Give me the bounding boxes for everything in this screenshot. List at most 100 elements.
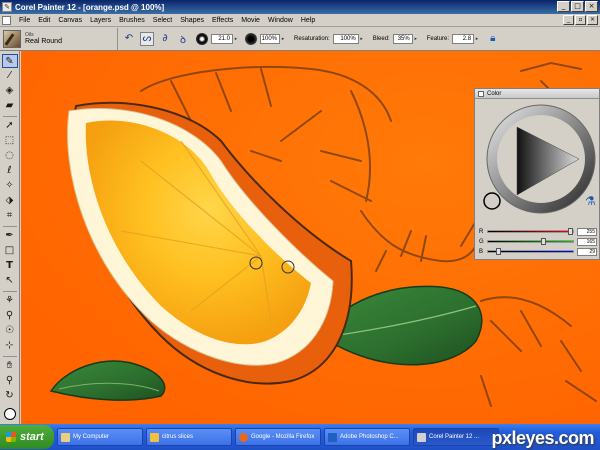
dodge-tool-icon[interactable]: ☉ xyxy=(2,324,18,338)
taskbar-item-my-computer[interactable]: My Computer xyxy=(57,428,143,446)
current-color-swatch[interactable] xyxy=(3,408,16,420)
task-label: Google - Mozilla Firefox xyxy=(251,434,315,440)
blue-label: B xyxy=(479,248,484,255)
color-panel-title: Color xyxy=(487,90,502,97)
red-label: R xyxy=(479,228,484,235)
rectangular-selection-tool-icon[interactable]: ⬚ xyxy=(2,134,18,148)
oval-selection-tool-icon[interactable]: ◌ xyxy=(2,149,18,163)
red-slider[interactable]: R 255 xyxy=(479,227,597,236)
bleed-spinner-icon[interactable]: ▸ xyxy=(413,34,419,44)
lock-icon[interactable]: 🔒︎ xyxy=(490,33,495,44)
taskbar-item-firefox[interactable]: Google - Mozilla Firefox xyxy=(235,428,321,446)
resaturation-label: Resaturation: xyxy=(294,35,330,42)
title-bar: ✎ Corel Painter 12 - [orange.psd @ 100%]… xyxy=(0,0,600,14)
menu-select[interactable]: Select xyxy=(149,17,176,24)
magnifier-tool-icon[interactable]: ⚲ xyxy=(2,374,18,388)
menu-window[interactable]: Window xyxy=(264,17,297,24)
color-picker-ring xyxy=(483,192,501,210)
minimize-button[interactable]: _ xyxy=(557,1,570,12)
transform-tool-icon[interactable]: ⬗ xyxy=(2,194,18,208)
taskbar-item-photoshop[interactable]: Adobe Photoshop C... xyxy=(324,428,410,446)
magic-wand-tool-icon[interactable]: ✧ xyxy=(2,179,18,193)
menu-file[interactable]: File xyxy=(15,17,34,24)
color-wheel[interactable]: ⚗ xyxy=(479,103,597,219)
resaturation-field[interactable]: 100% xyxy=(332,33,359,44)
firefox-icon xyxy=(239,432,248,442)
doc-close-button[interactable]: × xyxy=(587,15,598,25)
doc-minimize-button[interactable]: _ xyxy=(563,15,574,25)
start-button[interactable]: start xyxy=(0,425,54,449)
brush-selector[interactable]: Oils Real Round xyxy=(0,27,118,50)
color-panel-header[interactable]: Color xyxy=(475,89,599,99)
menu-movie[interactable]: Movie xyxy=(237,17,264,24)
brush-variant: Real Round xyxy=(25,38,62,45)
task-label: Corel Painter 12 ... xyxy=(429,434,480,440)
opacity-field[interactable]: 100% xyxy=(260,33,280,44)
window-controls: _ □ × xyxy=(557,1,598,12)
cloner-tool-icon[interactable]: ⚘ xyxy=(2,294,18,308)
menu-effects[interactable]: Effects xyxy=(208,17,237,24)
photoshop-icon xyxy=(328,432,337,442)
window-title: Corel Painter 12 - [orange.psd @ 100%] xyxy=(15,2,165,12)
panel-collapse-icon[interactable] xyxy=(478,90,484,97)
resaturation-spinner-icon[interactable]: ▸ xyxy=(359,34,365,44)
document-icon[interactable] xyxy=(2,15,11,25)
freehand-stroke-icon[interactable]: ᔕ xyxy=(140,31,154,46)
layer-adjuster-tool-icon[interactable]: ➚ xyxy=(2,119,18,133)
menu-canvas[interactable]: Canvas xyxy=(54,17,86,24)
bleed-field[interactable]: 35% xyxy=(392,33,413,44)
start-label: start xyxy=(20,431,44,443)
size-spinner-icon[interactable]: ▸ xyxy=(233,34,239,44)
red-value[interactable]: 255 xyxy=(577,227,597,236)
straight-line-stroke-icon[interactable]: ∂ xyxy=(158,32,172,46)
text-tool-icon[interactable]: T xyxy=(2,259,18,273)
taskbar-item-corel-painter[interactable]: Corel Painter 12 ... xyxy=(413,428,499,446)
task-label: Adobe Photoshop C... xyxy=(340,434,399,440)
brush-tool-icon[interactable]: ✎ xyxy=(1,54,18,68)
menu-layers[interactable]: Layers xyxy=(86,17,115,24)
menu-brushes[interactable]: Brushes xyxy=(115,17,149,24)
menu-help[interactable]: Help xyxy=(297,17,319,24)
reset-tool-icon[interactable]: ↶ xyxy=(122,32,136,46)
computer-icon xyxy=(61,432,70,442)
lasso-tool-icon[interactable]: ℓ xyxy=(2,164,18,178)
blue-slider[interactable]: B 29 xyxy=(479,247,597,256)
folder-icon xyxy=(150,432,159,442)
feature-field[interactable]: 2.8 xyxy=(452,33,475,44)
menu-edit[interactable]: Edit xyxy=(34,17,54,24)
property-bar: Oils Real Round ↶ ᔕ ∂ ꝺ 21.0 ▸ 100% ▸ Re… xyxy=(0,27,600,51)
task-label: citrus slices xyxy=(162,434,194,440)
painter-app-icon[interactable]: ✎ xyxy=(2,2,12,12)
close-button[interactable]: × xyxy=(585,1,598,12)
eraser-tool-icon[interactable]: ▰ xyxy=(2,99,18,113)
feature-spinner-icon[interactable]: ▸ xyxy=(474,34,480,44)
menu-shapes[interactable]: Shapes xyxy=(176,17,208,24)
opacity-spinner-icon[interactable]: ▸ xyxy=(280,34,286,44)
rectangle-shape-tool-icon[interactable]: □ xyxy=(2,244,18,258)
color-dropper-icon[interactable]: ⚗ xyxy=(585,194,596,208)
bleed-label: Bleed: xyxy=(372,35,390,42)
windows-flag-icon xyxy=(6,432,16,442)
crop-tool-icon[interactable]: ⌗ xyxy=(2,209,18,223)
mirror-tool-icon[interactable]: ⊹ xyxy=(2,339,18,353)
dropper-tool-icon[interactable]: ⁄ xyxy=(2,69,18,83)
doc-restore-button[interactable]: ▫ xyxy=(575,15,586,25)
maximize-button[interactable]: □ xyxy=(571,1,584,12)
green-value[interactable]: 165 xyxy=(577,237,597,246)
taskbar-item-citrus-slices[interactable]: citrus slices xyxy=(146,428,232,446)
brush-thumbnail-icon xyxy=(3,29,21,48)
stroke-mode-icon[interactable]: ꝺ xyxy=(176,32,190,46)
green-slider[interactable]: G 165 xyxy=(479,237,597,246)
pen-tool-icon[interactable]: ✒ xyxy=(2,229,18,243)
pxleyes-watermark: pxleyes.com xyxy=(491,428,594,448)
document-window-controls: _ ▫ × xyxy=(563,15,598,25)
green-label: G xyxy=(479,238,484,245)
size-field[interactable]: 21.0 xyxy=(211,33,233,44)
blue-value[interactable]: 29 xyxy=(577,247,597,256)
shape-selection-tool-icon[interactable]: ↖ xyxy=(2,274,18,288)
paint-bucket-tool-icon[interactable]: ◈ xyxy=(2,84,18,98)
grabber-tool-icon[interactable]: ✋︎ xyxy=(2,359,18,373)
painter-icon xyxy=(417,432,426,442)
rotate-page-tool-icon[interactable]: ↻ xyxy=(2,389,18,403)
rubber-stamp-tool-icon[interactable]: ⚲ xyxy=(2,309,18,323)
